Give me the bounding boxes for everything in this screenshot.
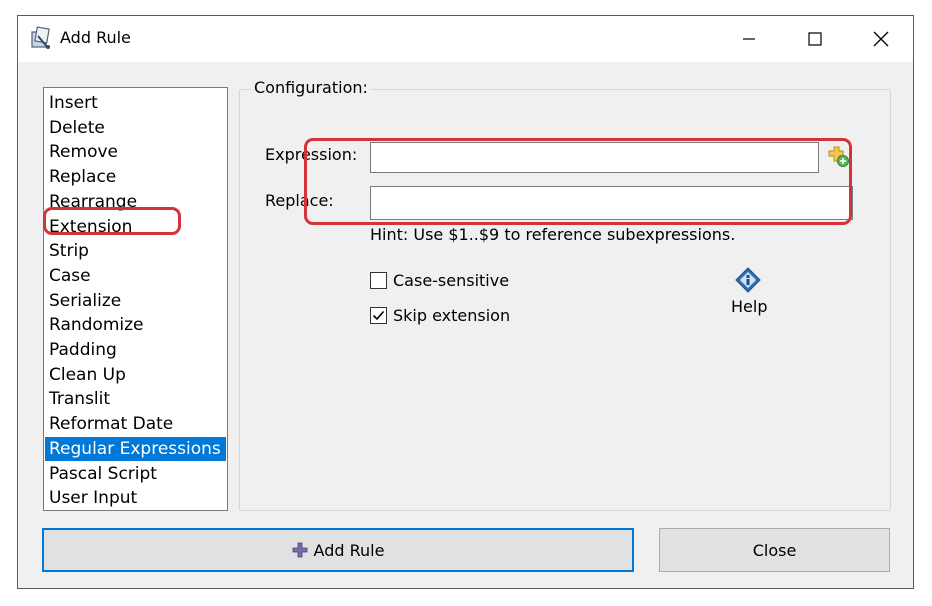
replace-label: Replace:: [265, 191, 334, 210]
insert-expression-icon[interactable]: [825, 143, 851, 169]
list-item-extension[interactable]: Extension: [45, 215, 226, 239]
skip-extension-label: Skip extension: [393, 306, 511, 325]
case-sensitive-checkbox[interactable]: [370, 272, 387, 289]
add-rule-button[interactable]: Add Rule: [42, 528, 634, 572]
list-item-rearrange[interactable]: Rearrange: [45, 190, 226, 214]
close-window-button[interactable]: [858, 16, 904, 62]
list-item-delete[interactable]: Delete: [45, 116, 226, 140]
close-label: Close: [752, 540, 797, 560]
maximize-button[interactable]: [792, 16, 838, 62]
configuration-title: Configuration:: [251, 78, 371, 97]
list-item-reformat-date[interactable]: Reformat Date: [45, 412, 226, 436]
maximize-icon: [808, 32, 822, 46]
close-icon: [873, 31, 889, 47]
expression-input[interactable]: [370, 142, 819, 173]
list-item-replace[interactable]: Replace: [45, 165, 226, 189]
list-item-randomize[interactable]: Randomize: [45, 313, 226, 337]
list-item-clean-up[interactable]: Clean Up: [45, 363, 226, 387]
app-icon: [31, 26, 50, 49]
add-rule-dialog: Add Rule Insert Delete Remove Replace Re…: [17, 15, 914, 589]
list-item-translit[interactable]: Translit: [45, 387, 226, 411]
list-item-case[interactable]: Case: [45, 264, 226, 288]
checkmark-icon: [372, 310, 385, 321]
list-item-serialize[interactable]: Serialize: [45, 289, 226, 313]
close-button[interactable]: Close: [659, 528, 890, 572]
list-item-strip[interactable]: Strip: [45, 239, 226, 263]
window-title: Add Rule: [60, 28, 131, 47]
list-item-user-input[interactable]: User Input: [45, 486, 226, 510]
minimize-button[interactable]: [726, 16, 772, 62]
list-item-regular-expressions[interactable]: Regular Expressions: [45, 436, 226, 461]
help-icon[interactable]: [735, 267, 761, 293]
title-bar[interactable]: Add Rule: [18, 16, 913, 62]
skip-extension-checkbox[interactable]: [370, 307, 387, 324]
case-sensitive-label: Case-sensitive: [393, 271, 510, 290]
list-item-remove[interactable]: Remove: [45, 140, 226, 164]
list-item-pascal-script[interactable]: Pascal Script: [45, 462, 226, 486]
add-rule-label: Add Rule: [313, 540, 385, 560]
plus-icon: [292, 542, 308, 558]
list-item-padding[interactable]: Padding: [45, 338, 226, 362]
hint-text: Hint: Use $1..$9 to reference subexpress…: [370, 225, 736, 244]
rules-list[interactable]: Insert Delete Remove Replace Rearrange E…: [43, 87, 228, 511]
help-label[interactable]: Help: [731, 297, 767, 316]
minimize-icon: [743, 38, 755, 40]
expression-label: Expression:: [265, 145, 358, 164]
list-item-insert[interactable]: Insert: [45, 91, 226, 115]
replace-input[interactable]: [370, 186, 853, 220]
